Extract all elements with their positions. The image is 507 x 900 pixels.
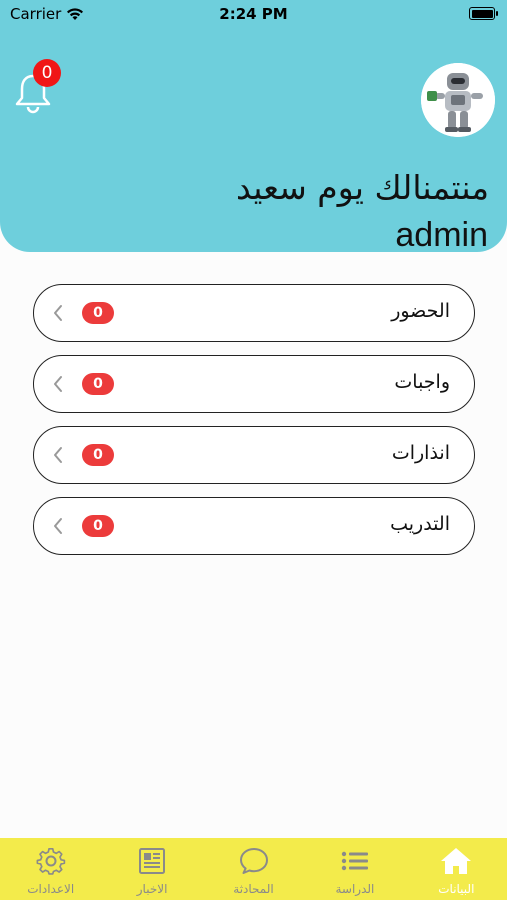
gear-icon	[36, 847, 65, 875]
chevron-left-icon	[54, 447, 62, 463]
tab-label: المحادثة	[233, 882, 274, 896]
avatar[interactable]	[421, 63, 495, 137]
tab-data[interactable]: البيانات	[406, 838, 507, 900]
tab-news[interactable]: الاخبار	[101, 838, 202, 900]
count-badge: 0	[82, 444, 114, 466]
list-icon	[341, 851, 368, 871]
home-icon	[441, 848, 472, 874]
bottom-tab-bar: الاعدادات الاخبار المحادثة الدراسة البيا…	[0, 838, 507, 900]
chat-bubble-icon	[239, 848, 268, 874]
header-panel: Carrier 2:24 PM 0 منتمنالك يوم سعيد admi…	[0, 0, 507, 254]
tab-label: الاعدادات	[27, 882, 75, 896]
count-badge: 0	[82, 515, 114, 537]
tab-label: الاخبار	[136, 882, 168, 896]
menu-item-training[interactable]: التدريب 0	[33, 497, 475, 555]
chevron-left-icon	[54, 518, 62, 534]
chevron-left-icon	[54, 376, 62, 392]
chevron-left-icon	[54, 305, 62, 321]
count-badge: 0	[82, 302, 114, 324]
tab-settings[interactable]: الاعدادات	[0, 838, 101, 900]
menu-item-label: واجبات	[394, 371, 450, 393]
tab-label: الدراسة	[335, 882, 375, 896]
tab-label: البيانات	[438, 882, 475, 896]
menu-item-warnings[interactable]: انذارات 0	[33, 426, 475, 484]
notification-badge: 0	[33, 59, 61, 87]
menu-item-label: انذارات	[391, 442, 450, 464]
battery-icon	[469, 7, 498, 20]
robot-avatar-image	[421, 63, 495, 137]
newspaper-icon	[139, 848, 166, 874]
menu-item-attendance[interactable]: الحضور 0	[33, 284, 475, 342]
status-time: 2:24 PM	[219, 5, 288, 23]
tab-study[interactable]: الدراسة	[304, 838, 405, 900]
menu-list: الحضور 0 واجبات 0 انذارات 0 التدريب 0	[33, 284, 475, 568]
status-bar: Carrier 2:24 PM	[0, 0, 507, 30]
menu-item-label: التدريب	[390, 513, 450, 535]
tab-chat[interactable]: المحادثة	[203, 838, 304, 900]
username-text: admin	[395, 216, 488, 254]
menu-item-homework[interactable]: واجبات 0	[33, 355, 475, 413]
count-badge: 0	[82, 373, 114, 395]
menu-item-label: الحضور	[391, 300, 450, 322]
greeting-text: منتمنالك يوم سعيد	[235, 168, 489, 207]
